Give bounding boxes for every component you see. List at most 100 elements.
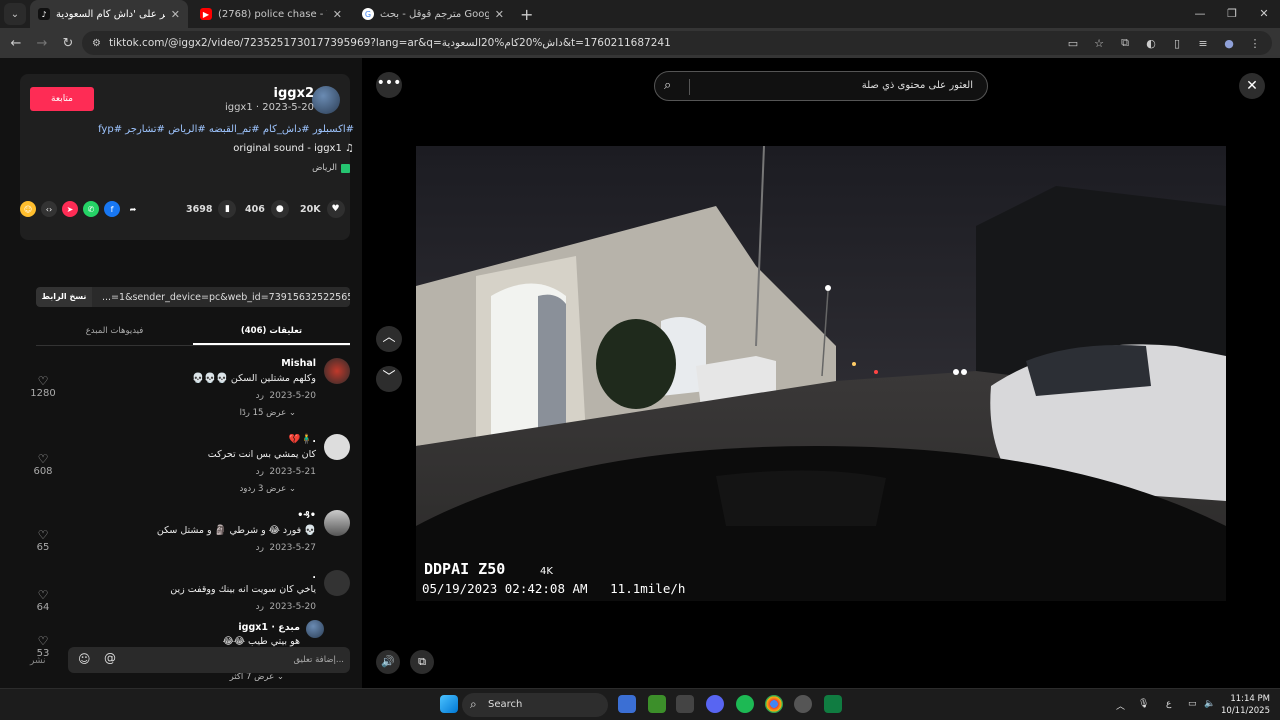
tab-creator-videos[interactable]: فيديوهات المبدع xyxy=(36,320,193,345)
comment-tabs: فيديوهات المبدع تعليقات (406) xyxy=(36,320,350,346)
comment-date: 2023-5-21 xyxy=(269,467,316,477)
tab-tiktok[interactable]: ♪ اعثر على 'داش كام السعودية ✕ xyxy=(30,0,188,28)
comment-like-button[interactable]: ♡ 1280 xyxy=(28,374,58,399)
sound-link[interactable]: original sound - iggx1 ♫ xyxy=(233,143,354,154)
microphone-icon[interactable]: 🎙 xyxy=(1138,699,1149,709)
video-player[interactable]: DDPAI Z50 4K 05/19/2023 02:42:08 AM 11.1… xyxy=(416,146,1226,601)
restore-icon[interactable]: ❐ xyxy=(1216,0,1248,28)
back-icon[interactable]: ← xyxy=(4,36,28,51)
author-username[interactable]: iggx2 xyxy=(274,86,315,101)
location-tag[interactable]: الرياض xyxy=(312,163,350,173)
file-explorer-icon[interactable] xyxy=(618,695,636,713)
sidebar-icon[interactable]: ▯ xyxy=(1164,37,1190,50)
tray-overflow-icon[interactable]: ︿ xyxy=(1116,699,1125,712)
embed-code-icon[interactable]: ‹› xyxy=(41,201,57,217)
post-hashtags[interactable]: #اكسبلور #داش_كام #تم_القبضه #الرياض #تش… xyxy=(98,124,354,135)
emoji-icon[interactable]: ☺ xyxy=(78,652,91,666)
steam-icon[interactable] xyxy=(794,695,812,713)
close-viewer-button[interactable]: ✕ xyxy=(1239,73,1265,99)
new-tab-button[interactable]: + xyxy=(520,5,533,24)
commenter-name[interactable]: iggx1 · مبدع xyxy=(238,622,300,633)
reply-button[interactable]: رد xyxy=(256,391,264,401)
profile-avatar[interactable]: ● xyxy=(1216,37,1242,50)
taskbar-search[interactable]: ⌕ Search xyxy=(462,693,608,717)
forward-icon[interactable]: → xyxy=(30,36,54,51)
bookmark-star-icon[interactable]: ☆ xyxy=(1086,37,1112,50)
close-window-icon[interactable]: ✕ xyxy=(1248,0,1280,28)
whatsapp-icon[interactable]: ✆ xyxy=(83,201,99,217)
copy-link-button[interactable]: نسخ الرابط xyxy=(36,287,92,307)
minecraft-icon[interactable] xyxy=(648,695,666,713)
tab-comments[interactable]: تعليقات (406) xyxy=(193,320,350,345)
commenter-name[interactable]: •₰• xyxy=(297,510,316,521)
cast-icon[interactable]: ▭ xyxy=(1060,37,1086,50)
incognito-icon[interactable]: ◐ xyxy=(1138,37,1164,50)
dashcam-4k-badge: 4K xyxy=(540,566,553,577)
commenter-name[interactable]: Mishal xyxy=(281,358,316,369)
commenter-avatar[interactable] xyxy=(324,510,350,536)
close-tab-icon[interactable]: ✕ xyxy=(495,8,504,21)
mention-icon[interactable]: @ xyxy=(104,651,116,665)
unity-icon[interactable] xyxy=(676,695,694,713)
search-icon[interactable]: ⌕ xyxy=(664,78,671,93)
extensions-icon[interactable]: ⧉ xyxy=(1112,36,1138,50)
discord-icon[interactable] xyxy=(706,695,724,713)
tab-youtube[interactable]: ▶ (2768) police chase - YouTube ✕ xyxy=(192,0,350,28)
minimize-icon[interactable]: — xyxy=(1184,0,1216,28)
commenter-avatar[interactable] xyxy=(324,358,350,384)
comment-like-button[interactable]: ♡ 64 xyxy=(28,588,58,613)
chrome-icon[interactable] xyxy=(765,695,783,713)
commenter-avatar[interactable] xyxy=(324,434,350,460)
author-avatar[interactable] xyxy=(312,86,340,114)
more-options-button[interactable]: ••• xyxy=(376,72,402,98)
music-note-icon: ♫ xyxy=(345,143,354,154)
address-bar: ← → ↻ ⚙ tiktok.com/@iggx2/video/72352517… xyxy=(0,28,1280,58)
system-clock[interactable]: 11:14 PM 10/11/2025 xyxy=(1221,693,1270,717)
close-tab-icon[interactable]: ✕ xyxy=(333,8,342,21)
commenter-avatar[interactable] xyxy=(324,570,350,596)
post-comment-button[interactable]: نشر xyxy=(30,656,46,666)
next-video-button[interactable]: ﹀ xyxy=(376,366,402,392)
follow-button[interactable]: متابعة xyxy=(30,87,94,111)
comment-like-button[interactable]: ♡ 608 xyxy=(28,452,58,477)
input-language[interactable]: ع xyxy=(1166,699,1171,709)
reload-icon[interactable]: ↻ xyxy=(56,36,80,51)
comment-like-button[interactable]: ♡ 65 xyxy=(28,528,58,553)
kebab-menu-icon[interactable]: ⋮ xyxy=(1242,37,1268,50)
facebook-icon[interactable]: f xyxy=(104,201,120,217)
tab-search-button[interactable]: ⌄ xyxy=(4,3,26,25)
likes-stat[interactable]: 20K ♥ xyxy=(300,198,345,220)
site-info-icon[interactable]: ⚙ xyxy=(92,38,101,49)
share-link-text[interactable]: ...=1&sender_device=pc&web_id=7391563252… xyxy=(92,292,350,303)
media-icon[interactable]: ≡ xyxy=(1190,37,1216,50)
view-replies-link[interactable]: عرض 15 ردًا ⌄ xyxy=(240,408,296,418)
likes-count: 20K xyxy=(300,203,321,215)
view-replies-link[interactable]: عرض 3 ردود ⌄ xyxy=(240,484,296,494)
reply-button[interactable]: رد xyxy=(256,602,264,612)
network-icon[interactable]: ▭ xyxy=(1188,699,1197,709)
speaker-icon[interactable]: 🔈 xyxy=(1204,699,1215,709)
volume-icon[interactable]: 🔊 xyxy=(376,650,400,674)
mini-player-icon[interactable]: ⧉ xyxy=(410,650,434,674)
reply-button[interactable]: رد xyxy=(256,467,264,477)
youtube-icon: ▶ xyxy=(200,8,212,20)
related-search-box[interactable]: ⌕ العثور على محتوى ذي صلة xyxy=(654,71,988,101)
send-to-friend-icon[interactable]: ➤ xyxy=(62,201,78,217)
tab-google[interactable]: G مترجم قوقل - بحث Google ✕ xyxy=(354,0,512,28)
previous-video-button[interactable]: ︿ xyxy=(376,326,402,352)
start-icon[interactable] xyxy=(440,695,458,713)
close-tab-icon[interactable]: ✕ xyxy=(171,8,180,21)
comment-input[interactable]: إضافة تعليق... ☺ @ xyxy=(68,647,350,673)
spotify-icon[interactable] xyxy=(736,695,754,713)
share-icon[interactable]: ➦ xyxy=(125,201,141,217)
commenter-name[interactable]: 💔🧍‍♂️. xyxy=(289,434,316,445)
commenter-avatar[interactable] xyxy=(306,620,324,638)
commenter-name[interactable]: . xyxy=(312,570,316,581)
comments-stat[interactable]: 406 ● xyxy=(245,198,289,220)
heart-icon: ♥ xyxy=(326,200,345,218)
saves-stat[interactable]: 3698 ▮ xyxy=(186,198,237,220)
xbox-icon[interactable] xyxy=(824,695,842,713)
url-field[interactable]: ⚙ tiktok.com/@iggx2/video/72352517301773… xyxy=(82,31,1272,55)
embed-smile-icon[interactable]: ☺ xyxy=(20,201,36,217)
reply-button[interactable]: رد xyxy=(256,543,264,553)
